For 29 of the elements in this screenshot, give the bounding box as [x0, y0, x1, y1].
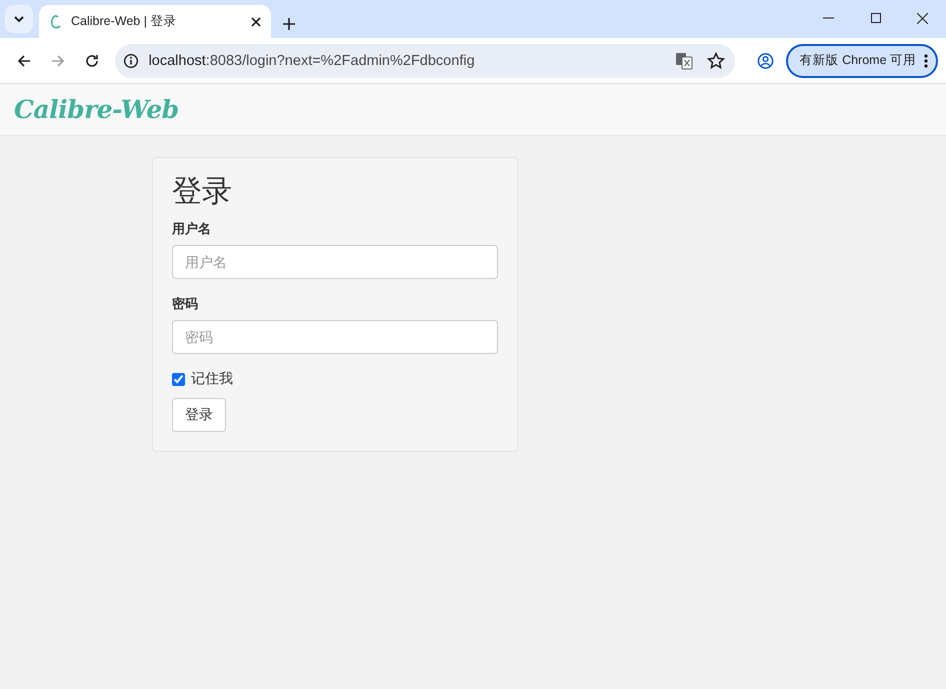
close-icon[interactable]: [251, 16, 261, 26]
username-field[interactable]: 用户名: [172, 245, 498, 279]
profile-icon[interactable]: [756, 52, 774, 70]
info-icon[interactable]: [122, 52, 139, 68]
favicon-icon: [49, 14, 61, 30]
url-text: localhost:8083/login?next=%2Fadmin%2Fdbconfig: [148, 52, 476, 68]
minimize-icon[interactable]: [823, 17, 834, 19]
field-label: 用户名: [172, 220, 211, 238]
login-title: 登录: [172, 176, 233, 208]
address-bar[interactable]: localhost:8083/login?next=%2Fadmin%2Fdbconfig: [114, 44, 735, 78]
reload-icon[interactable]: [85, 54, 100, 68]
maximize-icon[interactable]: [870, 13, 880, 23]
tab-title: Calibre-Web | 登录: [71, 13, 178, 30]
chevron-down-icon: [14, 16, 24, 22]
field-label: 密码: [172, 295, 198, 313]
update-chrome-button[interactable]: 有新版 Chrome 可用: [786, 44, 938, 78]
translate-icon[interactable]: [674, 52, 693, 70]
remember-checkbox[interactable]: [172, 372, 185, 386]
browser-tab[interactable]: Calibre-Web | 登录: [39, 5, 271, 38]
new-tab-icon[interactable]: [283, 18, 295, 30]
forward-icon[interactable]: [51, 54, 66, 68]
close-icon[interactable]: [917, 12, 928, 24]
checkbox-label: 记住我: [191, 370, 233, 388]
more-icon[interactable]: [924, 54, 928, 68]
back-icon[interactable]: [17, 54, 32, 68]
star-icon[interactable]: [706, 52, 725, 70]
tab-list-button[interactable]: [5, 5, 33, 33]
login-button[interactable]: 登录: [172, 398, 226, 432]
password-field[interactable]: 密码: [172, 320, 498, 354]
